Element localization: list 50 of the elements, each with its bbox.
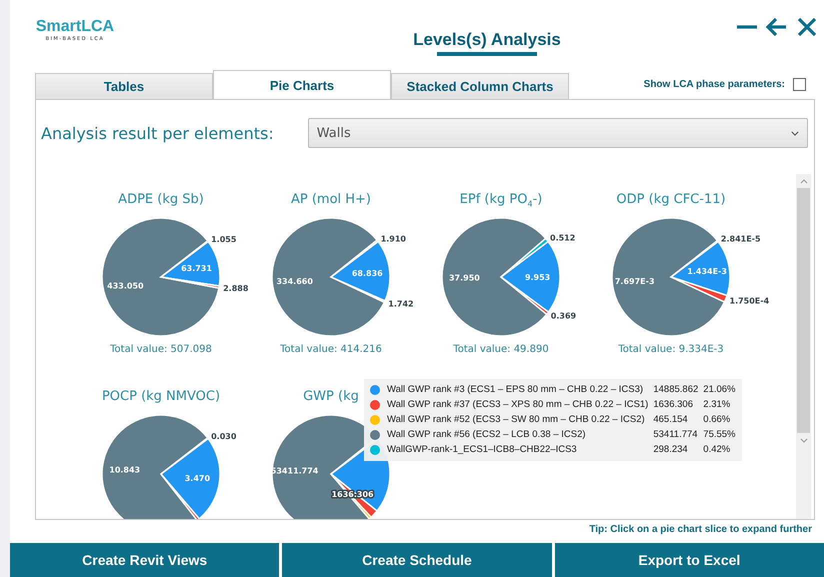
chart-title: ODP (kg CFC-11) (616, 192, 726, 209)
legend-value: 298.234 (653, 443, 689, 457)
slice-label: 1.055 (211, 234, 236, 244)
slice-label: 1.434E-3 (687, 267, 727, 276)
slice-label: 334.660 (276, 277, 313, 286)
total-value: Total value: 9.334E-3 (618, 344, 724, 355)
legend-label: Wall GWP rank #3 (ECS1 – EPS 80 mm – CHB 0.22 – ICS3) (387, 383, 644, 397)
slice-label: 9.953 (524, 272, 550, 282)
slice-label: 0.369 (550, 312, 576, 321)
window-title: Levels(s) Analysis (413, 30, 561, 50)
chart-title: GWP (kg (303, 389, 359, 406)
total-value: Total value: 49.890 (453, 344, 549, 355)
total-value: Total value: 414.216 (280, 344, 382, 355)
legend-value: 14885.862 (653, 383, 698, 397)
legend-label: WallGWP-rank-1_ECS1–ICB8–CHB22–ICS3 (387, 443, 578, 457)
slice-label: 1636.306 (332, 490, 374, 500)
legend-label: Wall GWP rank #56 (ECS2 – LCB 0.38 – ICS2) (387, 428, 587, 442)
legend-percent: 0.42% (703, 443, 732, 457)
chart-title: ADPE (kg Sb) (118, 192, 204, 209)
slice-label: 2.888 (223, 284, 248, 293)
slice-label: 7.697E-3 (614, 277, 655, 286)
tip-text: Tip: Click on a pie chart slice to expand further (589, 524, 812, 535)
slice-label: 3.470 (184, 474, 210, 483)
slice-label: 10.843 (109, 466, 140, 474)
slice-label: 1.750E-4 (730, 296, 770, 306)
checkbox-label: Show LCA phase parameters: (644, 79, 785, 90)
legend-value: 1636.306 (653, 398, 694, 412)
legend-percent: 2.31% (703, 398, 732, 412)
total-value: Total value: 507.098 (110, 344, 212, 355)
slice-label: 0.030 (211, 432, 236, 441)
slice-label: 68.836 (352, 268, 383, 278)
slice-label: 63.731 (181, 264, 212, 274)
legend-percent: 75.55% (703, 428, 736, 442)
chart-title: EPf (kg PO$_{4}$-) (460, 192, 542, 211)
legend-value: 53411.774 (653, 428, 698, 442)
slice-label: 0.512 (550, 233, 576, 242)
legend-value: 465.154 (653, 413, 689, 427)
logo: SmartLCA (36, 18, 114, 36)
legend-percent: 21.06% (703, 383, 736, 397)
filter-label: Analysis result per elements: (41, 124, 274, 142)
legend-label: Wall GWP rank #37 (ECS3 – XPS 80 mm – CHB 0.22 – ICS1) (387, 398, 648, 412)
chart-title: AP (mol H+) (290, 192, 372, 209)
slice-label: 1.910 (380, 234, 406, 244)
slice-label: 1.742 (388, 299, 414, 308)
legend-percent: 0.66% (703, 413, 732, 427)
slice-label: 2.841E-5 (720, 234, 761, 244)
chart-title: POCP (kg NMVOC) (102, 389, 220, 406)
slice-label: 433.050 (107, 282, 144, 290)
legend-label: Wall GWP rank #52 (ECS3 – SW 80 mm – CHB 0.22 – ICS2) (387, 413, 646, 427)
slice-label: 37.950 (448, 274, 480, 282)
